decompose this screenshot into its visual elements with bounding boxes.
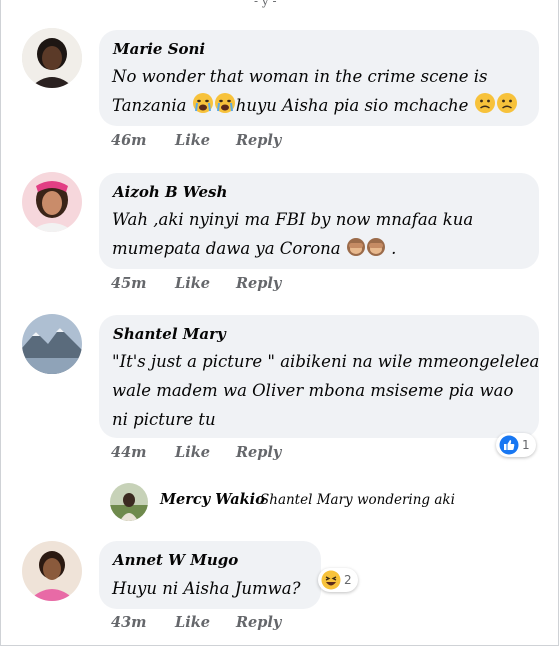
like-reaction-icon bbox=[499, 435, 519, 455]
comment-timestamp[interactable]: 45m bbox=[111, 275, 147, 292]
comment-timestamp[interactable]: 43m bbox=[111, 614, 147, 631]
comment-author[interactable]: Annet W Mugo bbox=[113, 551, 238, 569]
see-no-evil-monkey-icon bbox=[346, 238, 365, 256]
avatar[interactable] bbox=[22, 172, 82, 232]
reply-link[interactable]: Reply bbox=[236, 614, 281, 631]
comment-text-line: mumepata dawa ya Corona . bbox=[112, 238, 397, 258]
sad-face-icon bbox=[474, 93, 495, 113]
reaction-count[interactable]: 1 bbox=[496, 433, 536, 457]
sad-face-icon bbox=[496, 93, 517, 113]
reply-link[interactable]: Reply bbox=[236, 132, 281, 149]
see-no-evil-monkey-icon bbox=[366, 238, 385, 256]
comment-text-line: Huyu ni Aisha Jumwa? bbox=[112, 579, 301, 598]
like-link[interactable]: Like bbox=[175, 275, 210, 292]
comment-text-line: Tanzania huyu Aisha pia sio mchache bbox=[112, 91, 518, 120]
reply-author[interactable]: Mercy Wakio bbox=[160, 491, 265, 508]
comment-author[interactable]: Aizoh B Wesh bbox=[113, 183, 227, 201]
avatar[interactable] bbox=[22, 314, 82, 374]
reply-link[interactable]: Reply bbox=[236, 444, 281, 461]
reaction-count[interactable]: 2 bbox=[318, 568, 358, 592]
comment-author[interactable]: Shantel Mary bbox=[113, 325, 226, 343]
reply-link[interactable]: Reply bbox=[236, 275, 281, 292]
comment-author[interactable]: Marie Soni bbox=[113, 40, 205, 58]
reaction-count-text: 2 bbox=[344, 573, 352, 587]
crying-face-icon bbox=[192, 93, 213, 113]
comment-timestamp[interactable]: 46m bbox=[111, 132, 147, 149]
comment-text-line: ni picture tu bbox=[112, 410, 216, 429]
like-link[interactable]: Like bbox=[175, 614, 210, 631]
avatar[interactable] bbox=[22, 28, 82, 88]
comment-text-line: "It's just a picture " aibikeni na wile … bbox=[112, 352, 540, 371]
like-link[interactable]: Like bbox=[175, 444, 210, 461]
comment-text-line: wale madem wa Oliver mbona msiseme pia w… bbox=[112, 381, 514, 400]
avatar[interactable] bbox=[110, 483, 148, 521]
haha-reaction-icon bbox=[321, 570, 341, 590]
comment-timestamp[interactable]: 44m bbox=[111, 444, 147, 461]
comment-text-line: No wonder that woman in the crime scene … bbox=[112, 67, 488, 86]
comment-text-line: Wah ,aki nyinyi ma FBI by now mnafaa kua bbox=[112, 210, 474, 229]
avatar[interactable] bbox=[22, 541, 82, 601]
crying-face-icon bbox=[214, 93, 235, 113]
like-link[interactable]: Like bbox=[175, 132, 210, 149]
clipped-text-fragment: - y - bbox=[254, 0, 277, 8]
reply-preview-text[interactable]: Shantel Mary wondering aki bbox=[260, 492, 455, 508]
reaction-count-text: 1 bbox=[522, 438, 530, 452]
